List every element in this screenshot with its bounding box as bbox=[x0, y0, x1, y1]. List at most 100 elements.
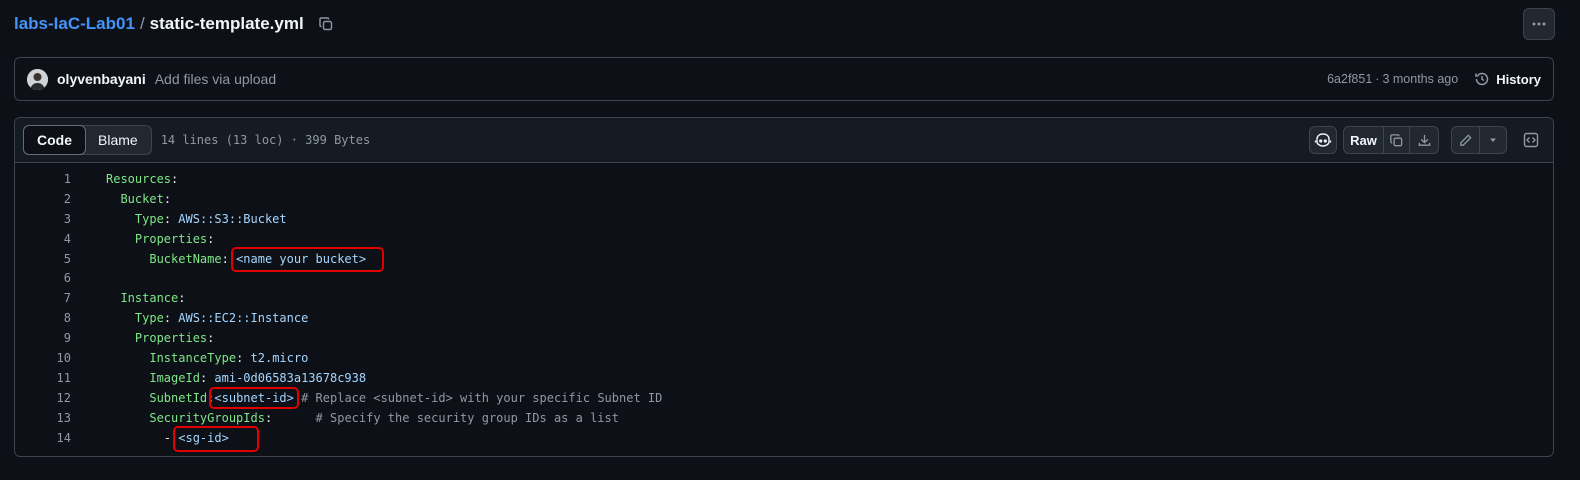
breadcrumb: labs-IaC-Lab01 / static-template.yml bbox=[14, 12, 336, 36]
code-text: SecurityGroupIds: # Specify the security… bbox=[106, 411, 619, 425]
copilot-button[interactable] bbox=[1309, 126, 1337, 154]
code-line: 8 Type: AWS::EC2::Instance bbox=[15, 308, 1553, 328]
yaml-key: Properties bbox=[134, 231, 208, 246]
highlighted-placeholder: <sg-id> bbox=[173, 425, 259, 452]
code-line: 7 Instance: bbox=[15, 288, 1553, 308]
file-info: 14 lines (13 loc) · 399 Bytes bbox=[160, 133, 371, 147]
line-number[interactable]: 5 bbox=[15, 252, 71, 266]
code-line: 14 - <sg-id> bbox=[15, 425, 1553, 452]
line-number[interactable]: 2 bbox=[15, 192, 71, 206]
download-button[interactable] bbox=[1410, 127, 1438, 153]
code-text: - <sg-id> bbox=[106, 425, 259, 452]
commit-meta: 6a2f851 · 3 months ago History bbox=[1327, 71, 1541, 87]
yaml-key: Type bbox=[134, 211, 164, 226]
code-line: 1 Resources: bbox=[15, 169, 1553, 189]
yaml-comment: # Specify the security group IDs as a li… bbox=[315, 410, 619, 425]
symbols-panel-button[interactable] bbox=[1517, 126, 1545, 154]
code-text: SubnetId:<subnet-id> # Replace <subnet-i… bbox=[106, 386, 663, 409]
file-viewer: Code Blame 14 lines (13 loc) · 399 Bytes… bbox=[14, 117, 1554, 457]
code-view: 1 Resources: 2 Bucket: 3 Type: AWS::S3::Buc… bbox=[15, 163, 1553, 452]
edit-button[interactable] bbox=[1452, 127, 1480, 153]
line-number[interactable]: 10 bbox=[15, 351, 71, 365]
code-text: Type: AWS::S3::Bucket bbox=[106, 212, 287, 226]
line-number[interactable]: 7 bbox=[15, 291, 71, 305]
copy-raw-button[interactable] bbox=[1384, 127, 1410, 153]
tab-blame[interactable]: Blame bbox=[85, 126, 151, 154]
yaml-colon: : bbox=[178, 291, 186, 306]
code-text: Resources: bbox=[106, 172, 178, 186]
file-name: static-template.yml bbox=[149, 14, 304, 33]
yaml-colon: : bbox=[207, 231, 215, 246]
yaml-key: Bucket bbox=[120, 191, 164, 206]
highlighted-placeholder: <subnet-id> bbox=[209, 386, 300, 409]
code-line: 12 SubnetId:<subnet-id> # Replace <subne… bbox=[15, 386, 1553, 409]
more-options-button[interactable] bbox=[1523, 8, 1555, 40]
code-line: 4 Properties: bbox=[15, 229, 1553, 249]
yaml-comment: # Replace <subnet-id> with your specific… bbox=[301, 390, 663, 405]
line-number[interactable]: 9 bbox=[15, 331, 71, 345]
repo-link[interactable]: labs-IaC-Lab01 bbox=[14, 14, 135, 34]
line-number[interactable]: 8 bbox=[15, 311, 71, 325]
history-label: History bbox=[1496, 71, 1541, 87]
code-line: 5 BucketName: <name your bucket> bbox=[15, 246, 1553, 272]
line-number[interactable]: 4 bbox=[15, 232, 71, 246]
line-number[interactable]: 14 bbox=[15, 431, 71, 445]
edit-group bbox=[1451, 126, 1507, 154]
commit-time: 3 months ago bbox=[1382, 72, 1459, 86]
copy-icon bbox=[318, 17, 332, 31]
commit-author[interactable]: olyvenbayani bbox=[57, 71, 146, 87]
raw-copy-download-group: Raw bbox=[1343, 126, 1439, 154]
yaml-value: t2.micro bbox=[250, 350, 309, 365]
line-number[interactable]: 13 bbox=[15, 411, 71, 425]
raw-button[interactable]: Raw bbox=[1344, 127, 1384, 153]
line-number[interactable]: 11 bbox=[15, 371, 71, 385]
code-text: Instance: bbox=[106, 291, 185, 305]
yaml-key: BucketName bbox=[149, 251, 222, 266]
file-header: Code Blame 14 lines (13 loc) · 399 Bytes… bbox=[15, 118, 1553, 163]
line-number[interactable]: 1 bbox=[15, 172, 71, 186]
code-square-icon bbox=[1523, 132, 1539, 148]
code-text: Properties: bbox=[106, 232, 214, 246]
pencil-icon bbox=[1460, 133, 1472, 146]
yaml-colon: : bbox=[163, 191, 172, 206]
yaml-key: Type bbox=[134, 311, 164, 326]
tab-code[interactable]: Code bbox=[23, 125, 86, 155]
yaml-colon: : bbox=[199, 370, 215, 385]
commit-sha[interactable]: 6a2f851 bbox=[1327, 72, 1372, 86]
highlighted-placeholder: <name your bucket> bbox=[231, 246, 385, 272]
history-button[interactable]: History bbox=[1474, 71, 1541, 87]
code-line: 9 Properties: bbox=[15, 328, 1553, 348]
yaml-colon: : bbox=[171, 171, 179, 186]
copilot-icon bbox=[1314, 133, 1332, 147]
copy-path-button[interactable] bbox=[316, 14, 336, 34]
line-number[interactable]: 12 bbox=[15, 391, 71, 405]
code-text: BucketName: <name your bucket> bbox=[106, 246, 385, 272]
commit-message[interactable]: Add files via upload bbox=[155, 71, 276, 87]
line-number[interactable]: 6 bbox=[15, 271, 71, 285]
code-line: 3 Type: AWS::S3::Bucket bbox=[15, 209, 1553, 229]
avatar[interactable] bbox=[27, 68, 48, 90]
code-text: ImageId: ami-0d06583a13678c938 bbox=[106, 371, 366, 385]
file-actions: Raw bbox=[1309, 126, 1545, 154]
view-switcher: Code Blame bbox=[23, 125, 152, 155]
code-text: Bucket: bbox=[106, 192, 171, 206]
latest-commit-bar: olyvenbayani Add files via upload 6a2f85… bbox=[14, 57, 1554, 101]
yaml-value: ami-0d06583a13678c938 bbox=[214, 370, 367, 385]
code-text: InstanceType: t2.micro bbox=[106, 351, 308, 365]
yaml-key: ImageId bbox=[149, 370, 200, 385]
line-number[interactable]: 3 bbox=[15, 212, 71, 226]
code-text: Type: AWS::EC2::Instance bbox=[106, 311, 308, 325]
meta-separator: · bbox=[1375, 72, 1380, 86]
yaml-colon: : bbox=[163, 211, 179, 226]
edit-dropdown-button[interactable] bbox=[1480, 127, 1506, 153]
download-icon bbox=[1418, 134, 1430, 146]
